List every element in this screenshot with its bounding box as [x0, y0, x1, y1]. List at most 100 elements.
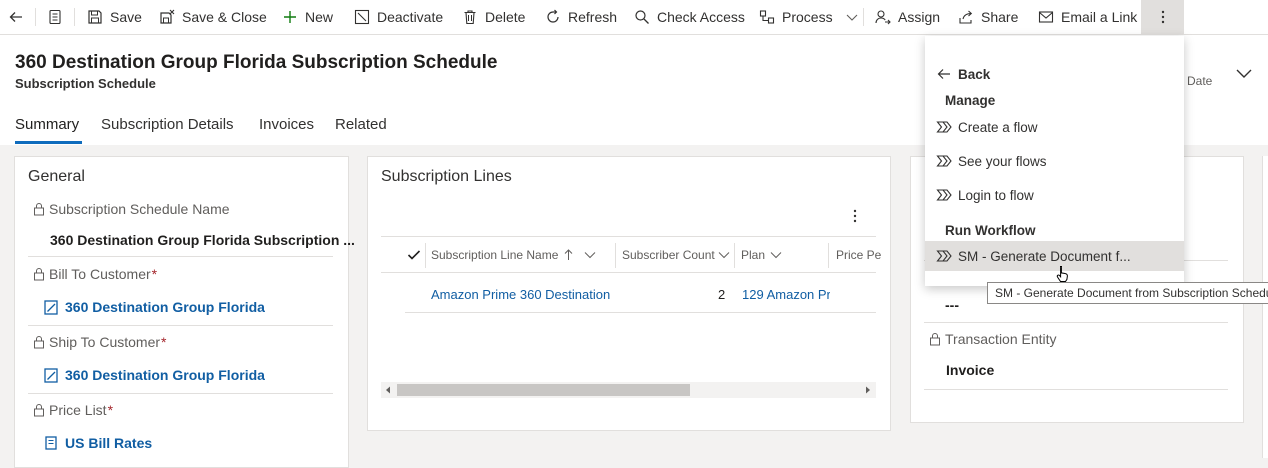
form-view-button[interactable]	[47, 0, 70, 34]
page-title: 360 Destination Group Florida Subscripti…	[15, 52, 498, 73]
save-icon	[88, 10, 102, 24]
select-all-checkmark-icon[interactable]	[407, 249, 421, 261]
scroll-right-arrow-icon[interactable]	[864, 386, 872, 394]
ship-to-customer-link[interactable]: 360 Destination Group Florida	[44, 367, 265, 383]
document-icon	[49, 9, 61, 25]
menu-see-flows[interactable]: See your flows	[925, 146, 1184, 176]
subscriber-count-cell: 2	[718, 287, 726, 302]
schedule-name-value: 360 Destination Group Florida Subscripti…	[50, 232, 355, 248]
bill-to-customer-link[interactable]: 360 Destination Group Florida	[44, 299, 265, 315]
account-record-icon	[44, 299, 58, 315]
process-button[interactable]: Process	[759, 0, 865, 34]
lock-icon	[34, 336, 44, 349]
more-vertical-icon	[1161, 10, 1164, 24]
sort-ascending-icon	[565, 249, 573, 260]
assign-button[interactable]: Assign	[875, 0, 940, 34]
chevron-down-icon	[585, 252, 596, 259]
menu-run-workflow-header: Run Workflow	[945, 223, 1036, 238]
assign-person-icon	[875, 10, 891, 25]
subscription-lines-title: Subscription Lines	[381, 168, 512, 185]
menu-back-button[interactable]: Back	[925, 59, 1184, 89]
lock-icon	[34, 268, 44, 281]
required-asterisk: *	[161, 334, 167, 350]
command-bar: Save Save & Close New Deactivate Delete …	[0, 0, 1268, 35]
header-expand-chevron-icon[interactable]	[1236, 68, 1252, 80]
transaction-entity-value: Invoice	[946, 362, 995, 378]
deactivate-icon	[354, 9, 370, 25]
save-close-button[interactable]: Save & Close	[159, 0, 267, 34]
power-automate-icon	[936, 189, 952, 201]
column-header-subscriber-count[interactable]: Subscriber Count	[622, 248, 730, 262]
required-asterisk: *	[107, 402, 114, 418]
chevron-down-icon	[846, 14, 857, 21]
magnifier-icon	[635, 10, 649, 24]
power-automate-icon	[936, 121, 952, 133]
menu-item-tooltip: SM - Generate Document from Subscription…	[987, 282, 1268, 304]
more-commands-button[interactable]	[1141, 0, 1184, 34]
lock-icon	[34, 203, 44, 216]
hand-cursor-icon	[1056, 266, 1068, 282]
power-automate-icon	[936, 250, 952, 262]
process-icon	[759, 10, 775, 24]
tab-invoices[interactable]: Invoices	[259, 116, 314, 133]
lock-icon	[34, 404, 44, 417]
back-arrow-icon	[937, 69, 950, 79]
column-header-price[interactable]: Price Pe	[836, 248, 881, 262]
active-tab-indicator	[15, 141, 82, 144]
chevron-down-icon	[770, 252, 782, 259]
price-list-link[interactable]: US Bill Rates	[44, 435, 152, 451]
back-button[interactable]	[8, 0, 31, 34]
plus-icon	[284, 11, 296, 23]
ship-to-customer-label: Ship To Customer *	[33, 334, 166, 350]
share-icon	[959, 10, 973, 24]
lock-icon	[930, 333, 940, 346]
account-record-icon	[44, 367, 58, 383]
email-link-button[interactable]: Email a Link	[1038, 0, 1137, 34]
scroll-left-arrow-icon[interactable]	[384, 386, 392, 394]
check-access-button[interactable]: Check Access	[634, 0, 745, 34]
deactivate-button[interactable]: Deactivate	[354, 0, 443, 34]
save-close-icon	[160, 9, 175, 24]
refresh-icon	[547, 9, 559, 23]
column-header-line-name[interactable]: Subscription Line Name	[431, 248, 596, 262]
email-link-label: Email a Link	[1061, 9, 1138, 25]
page-subtitle: Subscription Schedule	[15, 76, 156, 91]
assign-label: Assign	[898, 9, 941, 25]
page-scroll-edge	[1262, 156, 1268, 458]
header-date-label: Date	[1187, 74, 1213, 88]
trash-icon	[464, 10, 476, 25]
bill-to-customer-label: Bill To Customer *	[33, 266, 157, 282]
price-list-label: Price List *	[33, 402, 113, 418]
new-label: New	[305, 9, 334, 25]
price-list-record-icon	[45, 435, 57, 450]
refresh-label: Refresh	[568, 9, 618, 25]
more-commands-menu: Back Manage Create a flow See your flows…	[925, 36, 1184, 286]
column-header-plan[interactable]: Plan	[741, 248, 782, 262]
line-name-link[interactable]: Amazon Prime 360 Destination	[431, 287, 610, 302]
menu-manage-header: Manage	[945, 93, 996, 108]
tab-related[interactable]: Related	[335, 116, 387, 133]
transaction-entity-label: Transaction Entity	[929, 331, 1057, 347]
share-label: Share	[981, 9, 1019, 25]
delete-label: Delete	[485, 9, 526, 25]
save-close-label: Save & Close	[182, 9, 267, 25]
required-asterisk: *	[151, 266, 158, 282]
chevron-down-icon	[718, 252, 730, 259]
back-arrow-icon	[9, 12, 22, 22]
general-title: General	[28, 168, 85, 185]
delete-button[interactable]: Delete	[462, 0, 525, 34]
check-access-label: Check Access	[657, 9, 745, 25]
save-button[interactable]: Save	[87, 0, 142, 34]
menu-create-flow[interactable]: Create a flow	[925, 112, 1184, 142]
scrollbar-thumb[interactable]	[397, 384, 690, 396]
save-label: Save	[110, 9, 142, 25]
refresh-button[interactable]: Refresh	[545, 0, 617, 34]
menu-login-flow[interactable]: Login to flow	[925, 180, 1184, 210]
tab-subscription-details[interactable]: Subscription Details	[101, 116, 234, 133]
new-button[interactable]: New	[282, 0, 333, 34]
share-button[interactable]: Share	[958, 0, 1018, 34]
plan-link[interactable]: 129 Amazon Pr	[742, 287, 830, 302]
email-icon	[1038, 11, 1054, 23]
tab-summary[interactable]: Summary	[15, 116, 79, 133]
grid-more-options-icon[interactable]	[853, 209, 857, 223]
